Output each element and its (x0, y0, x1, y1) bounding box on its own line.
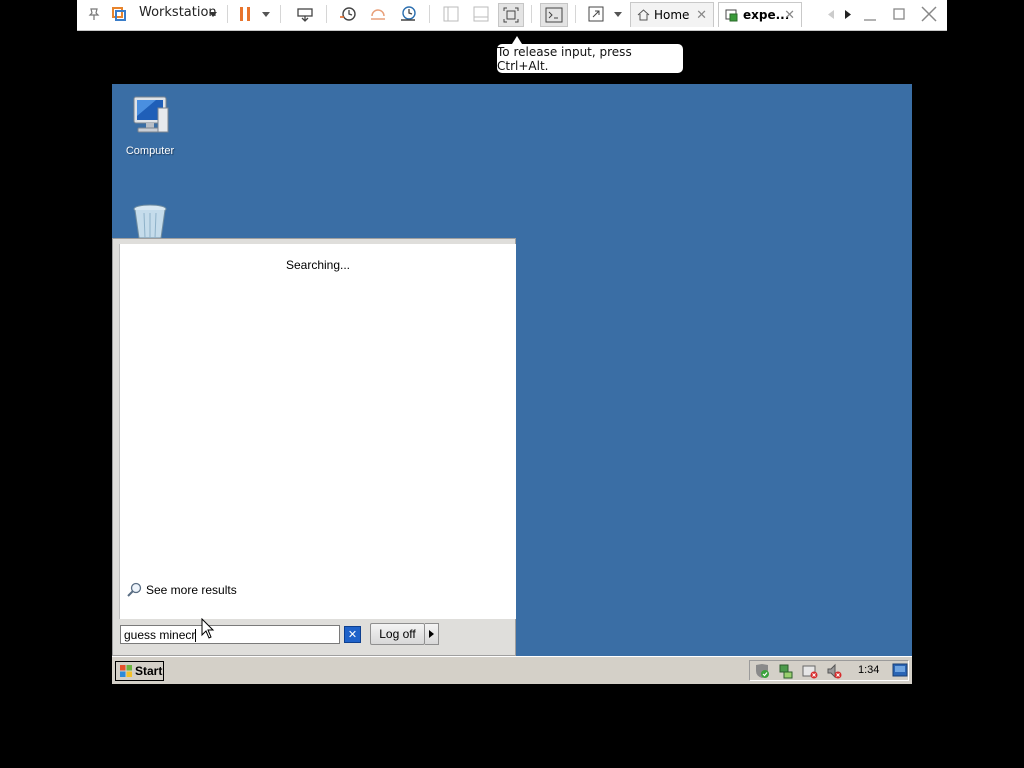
thumbnail-view-icon[interactable] (471, 3, 491, 25)
close-icon[interactable]: ✕ (696, 8, 707, 23)
vm-icon (725, 9, 738, 21)
tab-label: expe... (743, 8, 790, 22)
close-icon[interactable]: ✕ (784, 8, 795, 23)
vmware-logo-icon[interactable] (109, 3, 129, 25)
text-caret (195, 629, 197, 643)
snapshot-manager-icon[interactable] (397, 3, 419, 25)
console-view-icon[interactable] (540, 3, 568, 27)
search-results-pane: Searching... See more results (119, 244, 516, 619)
minimize-icon[interactable] (861, 3, 879, 25)
volume-muted-icon[interactable] (826, 663, 842, 679)
vmware-toolbar: Workstation Home ✕ expe... ✕ (77, 0, 947, 31)
guest-desktop[interactable]: Computer Searching... See more results g… (112, 84, 912, 684)
tab-vm[interactable]: expe... ✕ (718, 2, 802, 27)
see-more-results-link[interactable]: See more results (126, 582, 237, 598)
separator (429, 5, 430, 23)
pause-icon[interactable] (235, 3, 255, 25)
recycle-bin-icon (133, 204, 167, 239)
sidebar-view-icon[interactable] (441, 3, 461, 25)
computer-icon (133, 96, 169, 133)
shutdown-options-button[interactable] (425, 623, 439, 645)
separator (575, 5, 576, 23)
pin-icon[interactable] (84, 3, 104, 25)
start-search-input[interactable]: guess minecr (120, 625, 340, 644)
snapshot-icon[interactable] (337, 3, 359, 25)
log-off-button[interactable]: Log off (370, 623, 425, 645)
mouse-cursor-icon (201, 618, 215, 639)
chevron-down-icon[interactable] (612, 3, 624, 25)
network-icon[interactable] (778, 663, 794, 679)
system-tray: 1:34 (749, 660, 909, 681)
close-icon[interactable] (919, 3, 939, 25)
desktop-icon-label: Computer (125, 145, 175, 157)
see-more-label: See more results (146, 583, 237, 597)
windows-logo-icon (120, 665, 132, 677)
taskbar: Start 1:34 (112, 656, 912, 684)
show-desktop-icon[interactable] (892, 663, 908, 677)
desktop-icon-recycle-bin[interactable] (112, 204, 190, 241)
start-label: Start (135, 664, 163, 678)
separator (326, 5, 327, 23)
search-status: Searching... (285, 258, 351, 272)
scroll-right-icon[interactable] (842, 3, 854, 25)
action-center-alert-icon[interactable] (802, 663, 818, 679)
clock[interactable]: 1:34 (858, 664, 879, 676)
fullscreen-icon[interactable] (585, 3, 607, 25)
workstation-menu[interactable]: Workstation (139, 5, 217, 20)
search-input-value: guess minecr (124, 628, 196, 642)
chevron-right-icon (429, 630, 434, 638)
start-menu: Searching... See more results guess mine… (112, 238, 516, 656)
release-input-tooltip: To release input, press Ctrl+Alt. (497, 44, 683, 73)
close-icon: ✕ (347, 628, 358, 641)
fit-guest-icon[interactable] (498, 3, 524, 27)
search-icon (127, 582, 142, 597)
chevron-down-icon[interactable] (207, 3, 219, 25)
tab-label: Home (654, 8, 690, 22)
home-icon (637, 9, 650, 21)
scroll-left-icon[interactable] (825, 3, 837, 25)
tab-home[interactable]: Home ✕ (630, 2, 714, 27)
desktop-icon-computer[interactable]: Computer (112, 94, 190, 157)
clear-search-button[interactable]: ✕ (344, 626, 361, 643)
tooltip-arrow (512, 36, 522, 44)
revert-snapshot-icon[interactable] (367, 3, 389, 25)
separator (531, 5, 532, 23)
separator (227, 5, 228, 23)
chevron-down-icon[interactable] (260, 3, 272, 25)
security-shield-icon[interactable] (754, 663, 770, 679)
start-button[interactable]: Start (115, 661, 164, 681)
separator (280, 5, 281, 23)
restore-icon[interactable] (890, 3, 908, 25)
send-keys-icon[interactable] (294, 3, 316, 25)
